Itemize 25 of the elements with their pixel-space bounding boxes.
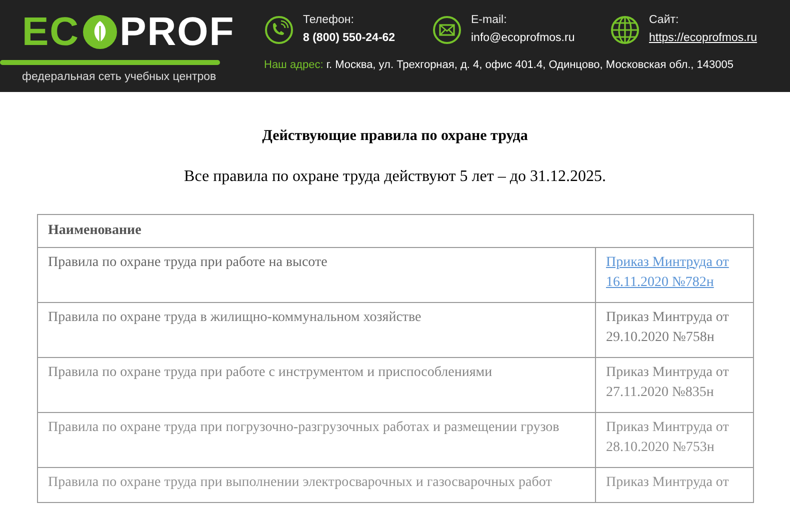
website-link[interactable]: https://ecoprofmos.ru [649,32,758,44]
contact-value: 8 (800) 550-24-62 [303,31,396,46]
contact-value: info@ecoprofmos.ru [471,31,575,46]
table-cell: Приказ Минтруда от [596,467,754,502]
table-cell: Правила по охране труда при работе с инструментом и приспособлениями [38,357,596,412]
column-header: Наименование [38,214,754,247]
contact-label: Сайт: [649,13,680,28]
subtitle: Все правила по охране труда действуют 5 лет – до 31.12.2025. [183,166,607,186]
table-cell: Приказ Минтруда от 28.10.2020 №753н [596,412,754,467]
logo[interactable]: EC PROF [0,12,264,52]
table-cell: Правила по охране труда при выполнении электросварочных и газосварочных работ [38,467,596,502]
leaf-icon [82,14,118,50]
contact-label: Телефон: [303,13,355,28]
table-cell: Правила по охране труда при погрузочно-разгрузочных работах и размещении грузов [38,412,596,467]
envelope-icon [432,15,462,45]
table-cell: Правила по охране труда при работе на высоте [38,247,596,302]
table-cell: Правила по охране труда в жилищно-коммунальном хозяйстве [38,302,596,357]
phone-icon [264,15,294,45]
contact-label: E-mail: [471,13,508,28]
table-cell: Приказ Минтруда от 27.11.2020 №835н [596,357,754,412]
tagline: федеральная сеть учебных центров [21,70,218,85]
globe-icon [610,15,640,45]
table-cell: Приказ Минтруда от 29.10.2020 №758н [596,302,754,357]
page-title: Действующие правила по охране труда [261,127,529,146]
address-text: Наш адрес: г. Москва, ул. Трехгорная, д. 4, офис 401.4, Одинцово, Московская обл., 143005 [264,58,734,73]
